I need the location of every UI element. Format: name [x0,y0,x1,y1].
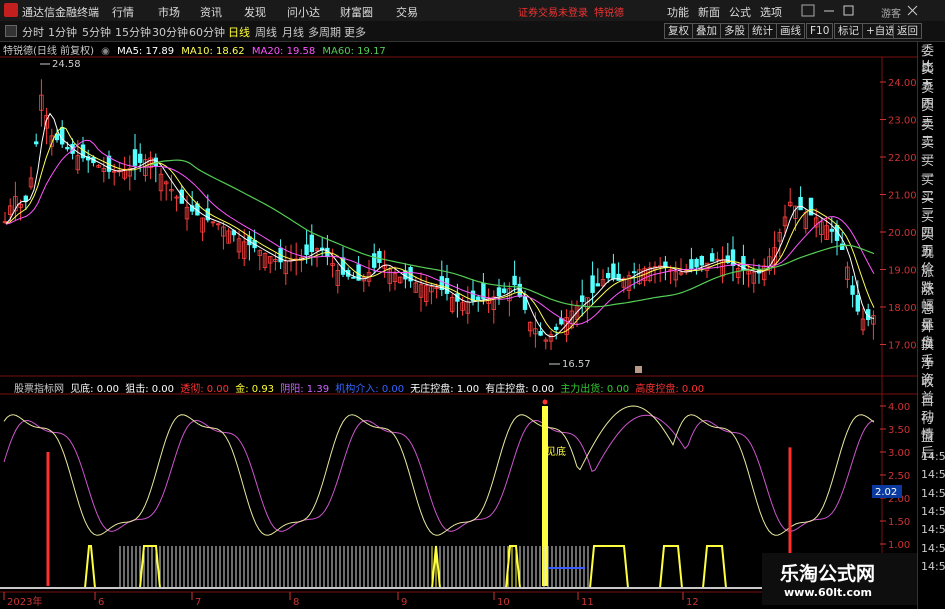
candle-body [538,330,543,336]
candle-body [699,255,704,266]
candle-body [829,228,834,232]
ind-jiji: 狙击: 0.00 [125,384,175,395]
ind-tick-label: 3.00 [888,448,910,459]
candle-body [501,288,507,294]
price-tick-label: 23.00 [888,116,917,127]
candle-body [580,295,585,302]
ind-jigou: 机构介入: 0.00 [335,384,405,395]
candle-body [65,146,70,150]
candle-body [377,251,382,263]
candle-body [371,253,377,268]
ind-tick-label: 2.50 [888,471,910,482]
ind-jiandi: 见底: 0.00 [70,384,120,395]
ma5-line [5,112,875,338]
candle-body [351,276,356,279]
kline-chart[interactable]: 24.58 16.57 24.00 23.00 22.00 21.00 20.00 19.0… [0,0,945,609]
side-panel-item[interactable]: 14:50 [921,504,945,520]
date-tick-label: 12 [686,597,699,608]
ind-touche: 透彻: 0.00 [180,384,230,395]
date-tick-label: 8 [293,597,299,608]
candle-body [850,285,855,295]
date-tick-label: 7 [195,597,201,608]
ind-tick-label: 1.00 [888,540,910,551]
candle-body [137,153,143,163]
watermark-url: www.60lt.com [784,586,873,599]
ind-chuhuo: 主力出货: 0.00 [560,384,630,395]
yellow-control-block [659,545,683,589]
ind-youzhuang: 有庄控盘: 0.00 [485,384,555,395]
yellow-control-block [139,545,161,589]
event-marker-icon [635,366,642,373]
signal-label: 见底 [546,445,566,458]
date-tick-label: 2023年 [7,595,42,608]
ma60-line [149,159,875,308]
high-price-label: 24.58 [52,59,81,70]
ind-yinyang: 阴阳: 1.39 [280,384,330,395]
ind-wuzhuang: 无庄控盘: 1.00 [410,384,480,395]
ind-jin: 金: 0.93 [235,384,275,395]
price-tick-label: 22.00 [888,153,917,164]
indicator-legend: 股票指标网 见底: 0.00 狙击: 0.00 透彻: 0.00 金: 0.93… [0,380,707,395]
side-panel-item[interactable]: 14:50 [921,467,945,483]
price-axis: 24.00 23.00 22.00 21.00 20.00 19.00 18.00 17.00 [880,78,917,352]
side-panel-item[interactable]: 14:50 [921,486,945,502]
indicator-name[interactable]: 股票指标网 [0,384,64,395]
side-panel-item[interactable]: 14:50 [921,559,945,575]
price-tick-label: 18.00 [888,303,917,314]
candle-body [132,149,138,166]
yellow-signal-spike [542,406,548,586]
candle-body [444,278,450,294]
ma-lines: 24.58 16.57 [5,59,875,373]
side-panel-item[interactable]: 14:50 [921,541,945,557]
candle-body [611,263,616,280]
low-price-label: 16.57 [562,359,591,370]
candle-body [512,275,517,286]
signal-dot [542,399,548,405]
ind-tick-label: 3.50 [888,425,910,436]
candle-body [798,196,803,211]
yellow-control-block [589,545,629,589]
price-tick-label: 20.00 [888,228,917,239]
candle-body [554,326,559,330]
candlesticks [2,79,876,351]
ind-tick-label: 1.50 [888,517,910,528]
candle-body [590,275,595,293]
candle-body [689,259,694,270]
date-tick-label: 10 [497,597,510,608]
candle-body [840,243,845,250]
price-tick-label: 17.00 [888,341,917,352]
price-tick-label: 21.00 [888,191,917,202]
candle-body [309,234,314,253]
candle-body [496,287,502,297]
candle-body [595,283,600,287]
date-tick-label: 6 [98,597,104,608]
price-tick-label: 19.00 [888,266,917,277]
candle-body [60,127,65,145]
side-panel-item[interactable]: 14:50 [921,449,945,465]
candle-body [694,258,699,268]
watermark: 乐淘公式网 www.60lt.com [762,553,917,605]
yellow-control-block [702,545,727,589]
ind-gaodu: 高度控盘: 0.00 [635,384,705,395]
quote-side-panel: 委比 卖五 卖四 卖三 卖二 卖一 买一 买二 买三 买四 买五 现价 涨跌 涨幅 总量 外盘 换手 净资 收益 自动… [917,42,945,609]
yellow-control-block [84,545,96,589]
side-panel-item[interactable]: 14:50 [921,522,945,538]
chart-frame [0,56,917,593]
candle-body [34,141,39,145]
candle-body [855,295,860,312]
candle-body [304,244,309,255]
candle-body [710,253,715,262]
date-axis: 2023年 6 7 8 9 10 11 12 [3,592,699,608]
candle-body [632,271,637,274]
candle-body [475,296,481,301]
date-tick-label: 9 [401,597,407,608]
purple-oscillator-line [3,414,875,532]
yellow-oscillator-line [3,405,875,536]
candle-body [606,272,611,279]
current-value-label: 2.02 [875,487,897,498]
date-tick-label: 11 [581,597,594,608]
price-tick-label: 24.00 [888,78,917,89]
watermark-title: 乐淘公式网 [780,563,876,585]
ind-tick-label: 4.00 [888,402,910,413]
